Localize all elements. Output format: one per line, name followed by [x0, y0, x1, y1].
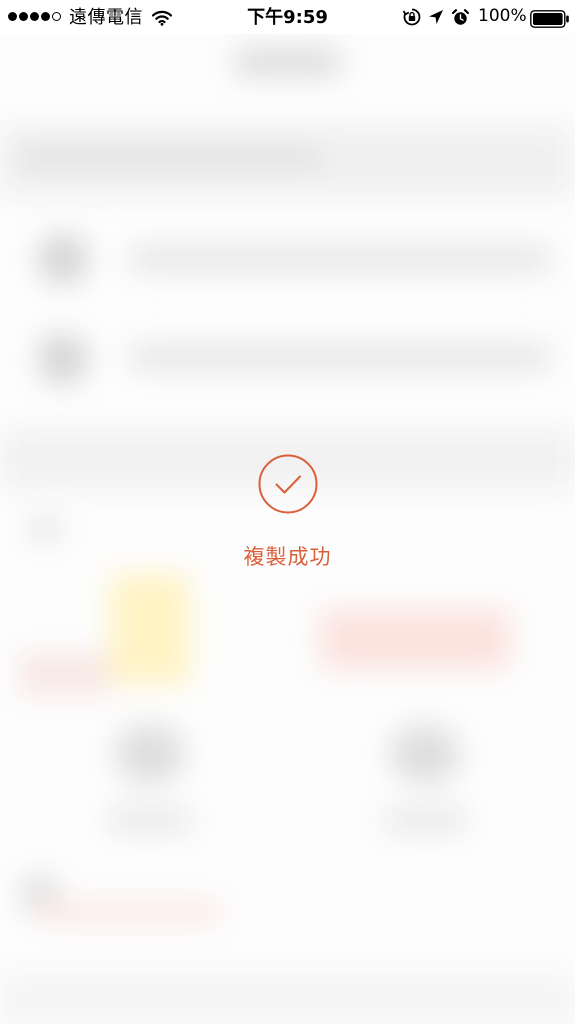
- toast-message: 複製成功: [243, 545, 332, 569]
- checkmark-circle-icon: [258, 454, 318, 514]
- location-arrow-icon: [427, 6, 445, 28]
- orientation-lock-icon: [402, 6, 422, 28]
- status-bar: 遠傳電信 下午9:59 100%: [0, 0, 575, 34]
- screen: 遠傳電信 下午9:59 100% 複製成功: [0, 0, 575, 1024]
- battery-percentage: 100%: [478, 6, 527, 26]
- copy-success-toast: 複製成功: [0, 0, 575, 1024]
- battery-icon: [530, 8, 570, 30]
- alarm-clock-icon: [451, 6, 470, 28]
